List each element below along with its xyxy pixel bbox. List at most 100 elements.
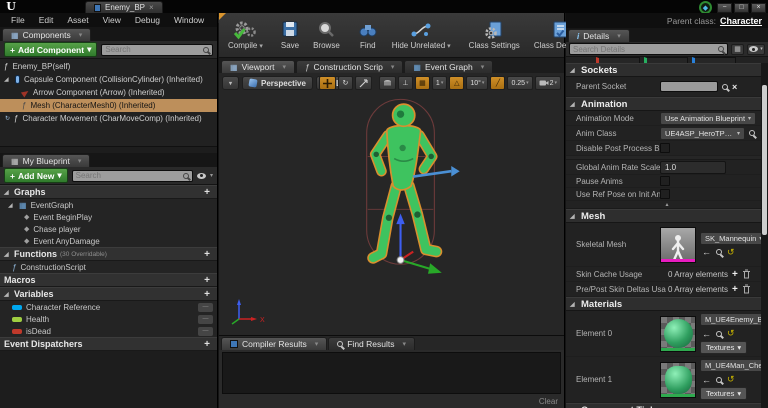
eventgraph-row[interactable]: ◢ ▦ EventGraph — [0, 199, 217, 211]
expander-icon[interactable]: ◢ — [4, 291, 11, 298]
global-anim-rate-field[interactable]: 1.0 — [660, 161, 726, 174]
add-element-icon[interactable]: + — [732, 269, 738, 280]
material-1-thumbnail[interactable] — [660, 362, 696, 398]
clear-button[interactable]: Clear — [539, 397, 558, 406]
skeletal-mesh-thumbnail[interactable] — [660, 227, 696, 263]
event-dispatchers-header[interactable]: Event Dispatchers + — [0, 337, 217, 351]
translate-tool-button[interactable] — [319, 76, 336, 90]
menu-file[interactable]: File — [4, 15, 32, 25]
menu-window[interactable]: Window — [167, 15, 211, 25]
material-0-thumbnail[interactable] — [660, 316, 696, 352]
details-search-input[interactable] — [573, 45, 718, 54]
close-window-button[interactable]: × — [751, 3, 766, 13]
display-options-button[interactable]: ▾ — [747, 44, 765, 55]
material-0-dropdown[interactable]: M_UE4Enemy_Body_2 ▾ — [700, 313, 768, 326]
tree-row-capsule[interactable]: ◢ Capsule Component (CollisionCylinder) … — [0, 73, 217, 86]
menu-view[interactable]: View — [96, 15, 128, 25]
search-icon[interactable] — [716, 331, 722, 337]
component-tick-header[interactable]: ◢ Component Tick — [566, 403, 768, 408]
myblueprint-search-input[interactable] — [76, 171, 183, 180]
asset-tab-enemy-bp[interactable]: Enemy_BP × — [85, 1, 163, 13]
search-icon[interactable] — [749, 130, 755, 136]
tab-my-blueprint[interactable]: ▦ My Blueprint ▾ — [2, 154, 90, 167]
add-variable-icon[interactable]: + — [204, 289, 213, 300]
material-0-textures-button[interactable]: Textures ▾ — [700, 341, 747, 354]
components-search-input[interactable] — [105, 45, 203, 54]
animation-header[interactable]: ◢ Animation — [566, 97, 768, 111]
visibility-eye-icon[interactable]: — — [198, 327, 213, 336]
expander-icon[interactable]: ◢ — [4, 251, 11, 258]
camera-speed-button[interactable]: 2 ▾ — [535, 76, 561, 90]
trash-icon[interactable] — [742, 284, 751, 294]
add-macro-icon[interactable]: + — [204, 275, 213, 286]
add-function-icon[interactable]: + — [204, 249, 213, 260]
reset-icon[interactable]: ↺ — [727, 328, 735, 339]
add-element-icon[interactable]: + — [732, 284, 738, 295]
class-settings-button[interactable]: Class Settings — [462, 18, 527, 52]
compile-button[interactable]: Compile▾ — [221, 18, 270, 52]
animation-mode-dropdown[interactable]: Use Animation Blueprint ▾ — [660, 112, 756, 125]
perspective-button[interactable]: Perspective — [242, 76, 313, 90]
material-1-textures-button[interactable]: Textures ▾ — [700, 387, 747, 400]
tab-viewport[interactable]: ▦ Viewport ▾ — [221, 60, 295, 73]
rotate-tool-button[interactable]: ↻ — [338, 76, 353, 90]
coordinate-space-button[interactable] — [379, 76, 396, 90]
use-selected-icon[interactable]: ← — [702, 329, 711, 339]
angle-snap-value-button[interactable]: 10° ▾ — [466, 76, 488, 90]
scrollbar-thumb[interactable] — [762, 85, 767, 235]
scale-tool-button[interactable] — [355, 76, 372, 90]
tab-compiler-results[interactable]: Compiler Results ▾ — [221, 337, 327, 350]
tab-find-results[interactable]: Find Results ▾ — [328, 337, 415, 350]
myblueprint-search[interactable] — [72, 170, 193, 182]
collapse-caret-icon[interactable]: ▴ — [566, 201, 768, 209]
view-options-eye-icon[interactable] — [197, 173, 206, 179]
grid-snap-value-button[interactable]: 1 ▾ — [432, 76, 447, 90]
details-scrollbar[interactable] — [761, 63, 768, 408]
search-icon[interactable] — [722, 84, 728, 90]
skeletal-mesh-dropdown[interactable]: SK_Mannequin ▾ — [700, 232, 767, 245]
viewport-options-button[interactable]: ▾ — [222, 76, 239, 90]
search-icon[interactable] — [716, 377, 722, 383]
add-graph-icon[interactable]: + — [204, 187, 213, 198]
add-component-button[interactable]: + Add Component ▾ — [4, 42, 97, 57]
event-beginplay-row[interactable]: ◆ Event BeginPlay — [0, 211, 217, 223]
close-icon[interactable]: × — [149, 3, 154, 12]
expander-icon[interactable]: ◢ — [8, 202, 15, 209]
scale-snap-value-button[interactable]: 0.25 ▾ — [507, 76, 532, 90]
save-button[interactable]: Save — [274, 18, 306, 52]
anim-class-dropdown[interactable]: UE4ASP_HeroTPP_AnimBlueprint_C ▾ — [660, 127, 745, 140]
functions-header[interactable]: ◢ Functions (30 Overridable) + — [0, 247, 217, 261]
variable-row-health[interactable]: Health — — [0, 313, 217, 325]
reset-icon[interactable]: ↺ — [727, 374, 735, 385]
add-dispatcher-icon[interactable]: + — [204, 339, 213, 350]
scale-snap-toggle[interactable]: ╱ — [490, 76, 505, 90]
visibility-eye-icon[interactable]: — — [198, 303, 213, 312]
materials-header[interactable]: ◢ Materials — [566, 297, 768, 311]
menu-edit[interactable]: Edit — [32, 15, 61, 25]
variable-row-isdead[interactable]: isDead — — [0, 325, 217, 337]
mesh-header[interactable]: ◢ Mesh — [566, 209, 768, 223]
tab-details[interactable]: i Details ▾ — [568, 29, 630, 42]
character-mesh-preview[interactable] — [335, 93, 465, 278]
constructionscript-row[interactable]: ƒ ConstructionScript — [0, 261, 217, 273]
expander-icon[interactable]: ◢ — [4, 76, 11, 83]
parent-socket-field[interactable] — [660, 81, 718, 92]
find-button[interactable]: Find — [351, 18, 385, 52]
tab-components[interactable]: ▦ Components ▾ — [2, 28, 91, 41]
pause-anims-checkbox[interactable] — [660, 176, 670, 186]
graphs-header[interactable]: ◢ Graphs + — [0, 185, 217, 199]
menu-asset[interactable]: Asset — [60, 15, 95, 25]
disable-post-process-checkbox[interactable] — [660, 143, 670, 153]
surface-snap-button[interactable]: ⊥ — [398, 76, 413, 90]
grid-snap-toggle[interactable]: ▦ — [415, 76, 430, 90]
parent-class-link[interactable]: Character — [720, 16, 762, 26]
browse-button[interactable]: Browse — [306, 18, 347, 52]
variable-row-character-reference[interactable]: Character Reference — — [0, 301, 217, 313]
chevron-down-icon[interactable]: ▾ — [210, 172, 213, 179]
search-icon[interactable] — [716, 249, 722, 255]
tree-row-self[interactable]: ƒ Enemy_BP(self) — [0, 60, 217, 73]
add-new-button[interactable]: + Add New ▾ — [4, 168, 68, 183]
tree-row-arrow[interactable]: Arrow Component (Arrow) (Inherited) — [0, 86, 217, 99]
minimize-button[interactable]: − — [717, 3, 732, 13]
material-1-dropdown[interactable]: M_UE4Man_ChestLogo_2 ▾ — [700, 359, 768, 372]
